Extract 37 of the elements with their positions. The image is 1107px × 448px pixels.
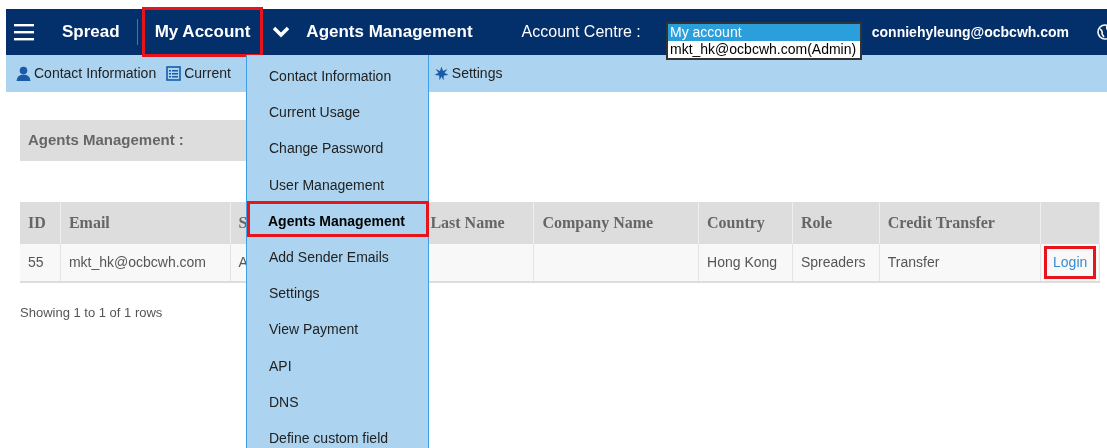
- account-centre-label: Account Centre :: [521, 22, 641, 42]
- table-cell: Hong Kong: [698, 243, 793, 282]
- menu-item[interactable]: DNS: [247, 381, 429, 418]
- menu-item[interactable]: Current Usage: [247, 92, 429, 129]
- menu-item[interactable]: Agents Management: [247, 200, 429, 237]
- menu-icon[interactable]: [14, 23, 34, 41]
- gear-icon: [433, 66, 449, 81]
- table-cell: Spreaders: [792, 243, 880, 282]
- subnav-link[interactable]: Current: [166, 63, 231, 84]
- subnav-link[interactable]: Contact Information: [16, 63, 157, 84]
- pagination-info: Showing 1 to 1 of 1 rows: [20, 303, 164, 322]
- menu-item[interactable]: Change Password: [247, 128, 429, 165]
- table-cell: mkt_hk@ocbcwh.com: [60, 243, 231, 282]
- column-header: Credit Transfer: [879, 201, 1041, 244]
- menu-item[interactable]: API: [247, 345, 429, 382]
- menu-item[interactable]: Define custom field: [247, 417, 429, 448]
- menu-item[interactable]: Contact Information: [247, 56, 429, 93]
- table-icon: [166, 66, 182, 81]
- column-header: Company Name: [533, 201, 699, 244]
- table-cell: 55: [20, 243, 61, 282]
- column-header: Role: [792, 201, 880, 244]
- column-header: Email: [60, 201, 231, 244]
- column-header: Country: [698, 201, 793, 244]
- user-email[interactable]: conniehyleung@ocbcwh.com: [871, 21, 1069, 43]
- chevron-down-icon: [273, 26, 290, 38]
- column-header: ID: [20, 201, 61, 244]
- table-cell: Transfer: [879, 243, 1041, 282]
- select-option[interactable]: mkt_hk@ocbcwh.com(Admin): [668, 41, 860, 58]
- login-link[interactable]: Login: [1044, 245, 1097, 279]
- menu-item[interactable]: User Management: [247, 164, 429, 201]
- nav-link[interactable]: My Account: [141, 7, 264, 57]
- nav-link[interactable]: Agents Management: [293, 7, 486, 57]
- section-title: Agents Management :: [20, 120, 246, 161]
- person-icon: [16, 66, 31, 81]
- brand-link[interactable]: Spread: [62, 19, 120, 45]
- menu-item[interactable]: View Payment: [247, 309, 429, 346]
- subnav-link[interactable]: Settings: [433, 63, 503, 84]
